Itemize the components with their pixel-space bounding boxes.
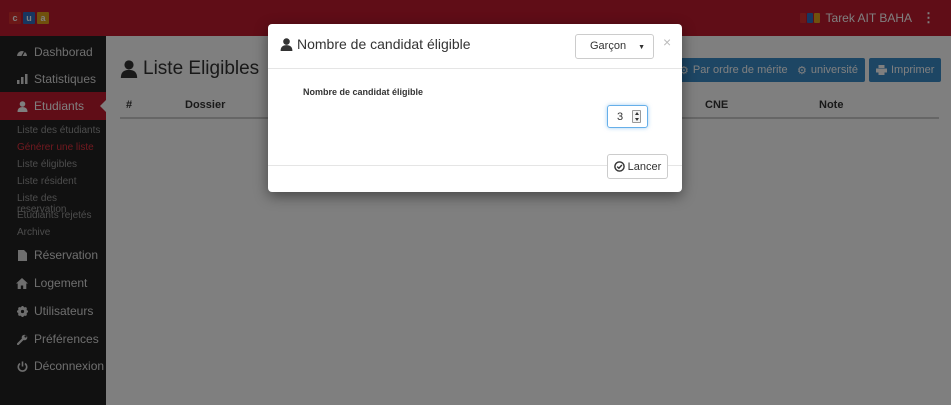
check-circle-icon <box>613 161 625 172</box>
eligible-count-input[interactable]: 3 <box>607 105 648 128</box>
gender-select-value: Garçon <box>590 40 627 52</box>
gender-select[interactable]: Garçon ▼ <box>575 34 654 59</box>
modal-body: Nombre de candidat éligible 3 <box>268 70 682 166</box>
eligible-count-dialog: Nombre de candidat éligible Garçon ▼ × N… <box>268 24 682 192</box>
user-icon <box>280 37 293 51</box>
eligible-count-value: 3 <box>617 111 624 123</box>
lancer-button[interactable]: Lancer <box>607 154 668 179</box>
modal-title-text: Nombre de candidat éligible <box>297 36 471 52</box>
caret-down-icon: ▼ <box>638 44 645 51</box>
close-icon[interactable]: × <box>663 34 671 50</box>
eligible-count-label: Nombre de candidat éligible <box>303 87 424 97</box>
modal-title: Nombre de candidat éligible <box>280 36 471 52</box>
number-spinner-icon[interactable] <box>632 110 641 123</box>
modal-header: Nombre de candidat éligible Garçon ▼ × <box>268 24 682 69</box>
lancer-label: Lancer <box>627 160 662 173</box>
